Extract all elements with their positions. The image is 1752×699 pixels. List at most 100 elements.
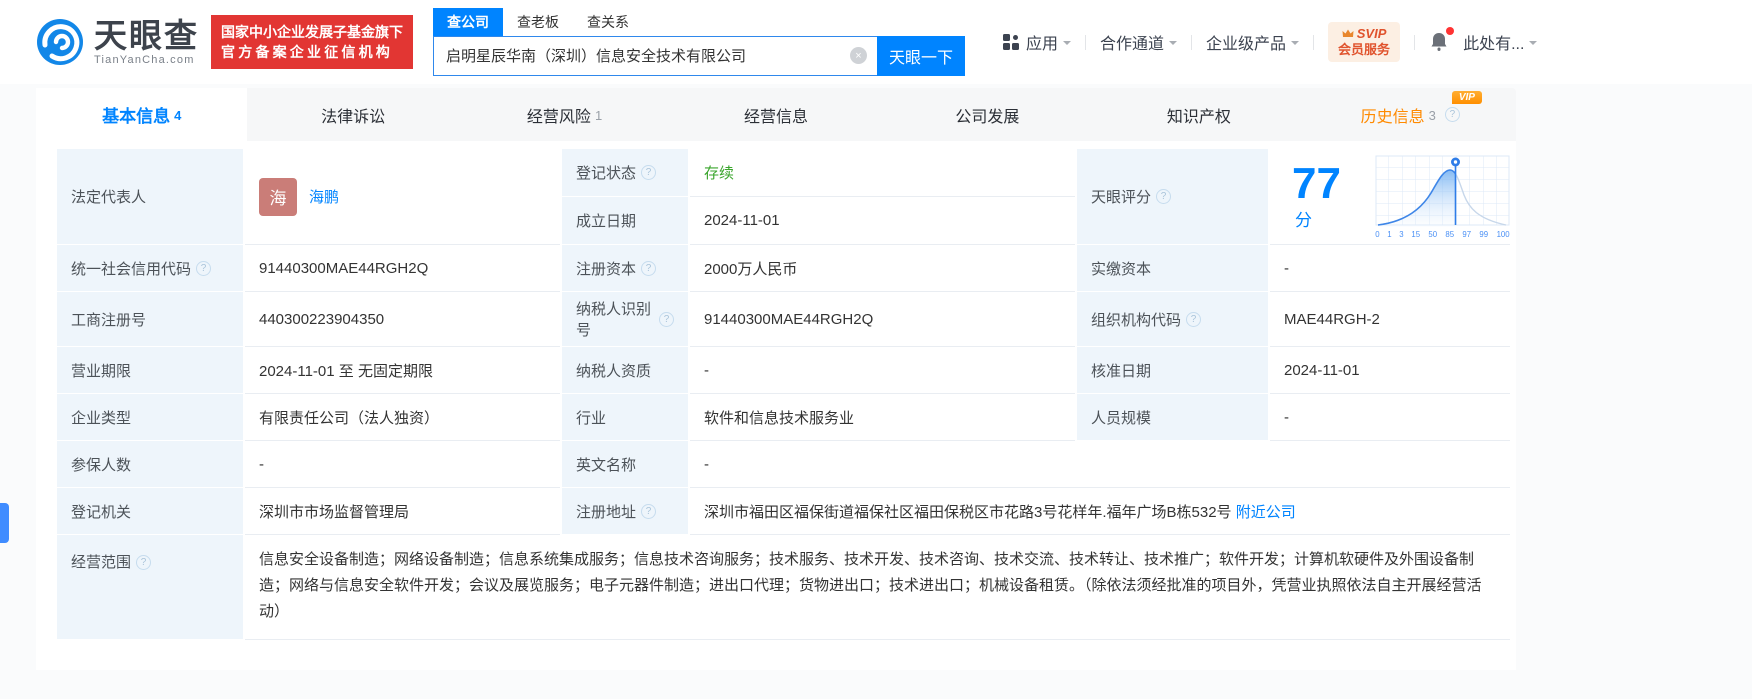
value-credit-code: 91440300MAE44RGH2Q: [245, 245, 560, 292]
apps-grid-icon: [1003, 34, 1019, 50]
label-registered-address: 注册地址?: [560, 488, 690, 535]
value-insured-count: -: [245, 441, 560, 488]
tab-basic-info[interactable]: 基本信息 4: [36, 88, 248, 141]
divider: [1414, 34, 1416, 50]
divider: [1313, 34, 1315, 50]
notifications-button[interactable]: [1429, 27, 1455, 53]
help-icon[interactable]: ?: [641, 503, 657, 519]
value-english-name: -: [690, 441, 1510, 488]
search-tab-relation[interactable]: 查关系: [573, 8, 643, 36]
certification-badge: 国家中小企业发展子基金旗下 官方备案企业征信机构: [211, 14, 413, 70]
label-insured-count: 参保人数: [55, 441, 245, 488]
label-taxpayer-id: 纳税人识别号?: [560, 292, 690, 347]
chevron-down-icon: [1169, 40, 1178, 49]
company-detail-section: 基本信息 4 法律诉讼 经营风险 1 经营信息 公司发展 知识产权 VIP 历史信息…: [36, 88, 1516, 670]
company-info-table: 法定代表人 海 海鹏 登记状态? 存续 天眼评分? 77分 0 1 3 15 5…: [55, 149, 1510, 640]
help-icon[interactable]: ?: [641, 260, 657, 276]
label-registered-capital: 注册资本?: [560, 245, 690, 292]
label-credit-code: 统一社会信用代码?: [55, 245, 245, 292]
value-organization-code: MAE44RGH-2: [1270, 292, 1510, 347]
value-establish-date: 2024-11-01: [690, 197, 1075, 245]
tianyancha-logo[interactable]: 天眼查 TianYanCha.com: [36, 18, 199, 66]
value-registered-address: 深圳市福田区福保街道福保社区福田保税区市花路3号花样年.福年广场B栋532号 附…: [690, 488, 1510, 535]
label-legal-representative: 法定代表人: [55, 149, 245, 245]
value-paid-capital: -: [1270, 245, 1510, 292]
nav-enterprise-products[interactable]: 企业级产品: [1206, 30, 1300, 54]
search-type-tabs: 查公司 查老板 查关系: [433, 7, 965, 36]
label-registration-status: 登记状态?: [560, 149, 690, 197]
search-tab-company[interactable]: 查公司: [433, 7, 503, 36]
nav-cooperation[interactable]: 合作通道: [1100, 30, 1178, 54]
value-registration-authority: 深圳市市场监督管理局: [245, 488, 560, 535]
help-icon[interactable]: ?: [196, 260, 212, 276]
brand-domain: TianYanCha.com: [94, 53, 195, 66]
label-business-term: 营业期限: [55, 347, 245, 394]
label-registration-authority: 登记机关: [55, 488, 245, 535]
value-taxpayer-id: 91440300MAE44RGH2Q: [690, 292, 1075, 347]
tab-company-development[interactable]: 公司发展: [882, 88, 1093, 141]
help-icon[interactable]: ?: [1186, 311, 1202, 327]
label-english-name: 英文名称: [560, 441, 690, 488]
label-industry: 行业: [560, 394, 690, 441]
notification-dot: [1446, 27, 1455, 35]
user-menu[interactable]: 此处有...: [1463, 30, 1538, 54]
tab-history-info[interactable]: VIP 历史信息 3 ?: [1305, 88, 1516, 141]
top-header: 天眼查 TianYanCha.com 国家中小企业发展子基金旗下 官方备案企业征…: [0, 0, 1752, 84]
value-business-term: 2024-11-01 至 无固定期限: [245, 347, 560, 394]
value-business-scope: 信息安全设备制造；网络设备制造；信息系统集成服务；信息技术咨询服务；技术服务、技…: [245, 535, 1510, 640]
basic-info-card: 法定代表人 海 海鹏 登记状态? 存续 天眼评分? 77分 0 1 3 15 5…: [36, 141, 1516, 670]
chevron-down-icon: [1291, 40, 1300, 49]
value-registered-capital: 2000万人民币: [690, 245, 1075, 292]
search-tab-boss[interactable]: 查老板: [503, 8, 573, 36]
help-icon[interactable]: ?: [641, 165, 657, 180]
label-company-type: 企业类型: [55, 394, 245, 441]
score-distribution-chart: 0 1 3 15 50 85 97 99 100: [1375, 155, 1510, 239]
logo-swirl-icon: [37, 19, 83, 65]
label-organization-code: 组织机构代码?: [1075, 292, 1270, 347]
value-registration-status: 存续: [690, 149, 1075, 197]
tab-business-info[interactable]: 经营信息: [670, 88, 881, 141]
chevron-down-icon: [1529, 40, 1538, 49]
help-icon[interactable]: ?: [1156, 189, 1172, 204]
svip-membership-button[interactable]: SVIP 会员服务: [1328, 22, 1401, 62]
label-registration-number: 工商注册号: [55, 292, 245, 347]
value-taxpayer-qualification: -: [690, 347, 1075, 394]
label-establish-date: 成立日期: [560, 197, 690, 245]
clear-search-icon[interactable]: ×: [850, 47, 867, 64]
label-paid-capital: 实缴资本: [1075, 245, 1270, 292]
tab-intellectual-property[interactable]: 知识产权: [1093, 88, 1304, 141]
label-business-scope: 经营范围?: [55, 535, 245, 640]
label-tianyan-score: 天眼评分?: [1075, 149, 1270, 245]
bell-icon: [1431, 33, 1447, 51]
nearby-companies-link[interactable]: 附近公司: [1236, 501, 1296, 522]
value-approval-date: 2024-11-01: [1270, 347, 1510, 394]
value-staff-size: -: [1270, 394, 1510, 441]
nav-apps[interactable]: 应用: [1003, 30, 1072, 54]
brand-name: 天眼查: [94, 16, 199, 54]
search-button[interactable]: 天眼一下: [877, 35, 965, 76]
label-approval-date: 核准日期: [1075, 347, 1270, 394]
crown-icon: [1342, 29, 1354, 38]
tab-business-risk[interactable]: 经营风险 1: [459, 88, 670, 141]
help-icon[interactable]: ?: [1444, 107, 1460, 122]
score-axis-labels: 0 1 3 15 50 85 97 99 100: [1375, 228, 1510, 239]
value-company-type: 有限责任公司（法人独资）: [245, 394, 560, 441]
value-registration-number: 440300223904350: [245, 292, 560, 347]
label-staff-size: 人员规模: [1075, 394, 1270, 441]
help-icon[interactable]: ?: [136, 555, 152, 570]
legal-representative-link[interactable]: 海鹏: [309, 186, 339, 207]
help-icon[interactable]: ?: [659, 311, 674, 327]
section-tabs: 基本信息 4 法律诉讼 经营风险 1 经营信息 公司发展 知识产权 VIP 历史信息…: [36, 88, 1516, 141]
search-block: 查公司 查老板 查关系 × 天眼一下: [433, 7, 965, 76]
tab-legal-cases[interactable]: 法律诉讼: [247, 88, 458, 141]
top-nav: 应用 合作通道 企业级产品 SVIP 会员服务 此处有...: [1003, 22, 1538, 62]
side-float-handle[interactable]: [0, 503, 9, 543]
divider: [1085, 34, 1087, 50]
value-tianyan-score: 77分 0 1 3 15 50 85 97 99 100: [1270, 149, 1510, 245]
chevron-down-icon: [1063, 40, 1072, 49]
vip-badge: VIP: [1451, 91, 1482, 104]
label-taxpayer-qualification: 纳税人资质: [560, 347, 690, 394]
value-industry: 软件和信息技术服务业: [690, 394, 1075, 441]
search-input-wrap: ×: [433, 35, 877, 76]
search-input[interactable]: [446, 47, 850, 64]
